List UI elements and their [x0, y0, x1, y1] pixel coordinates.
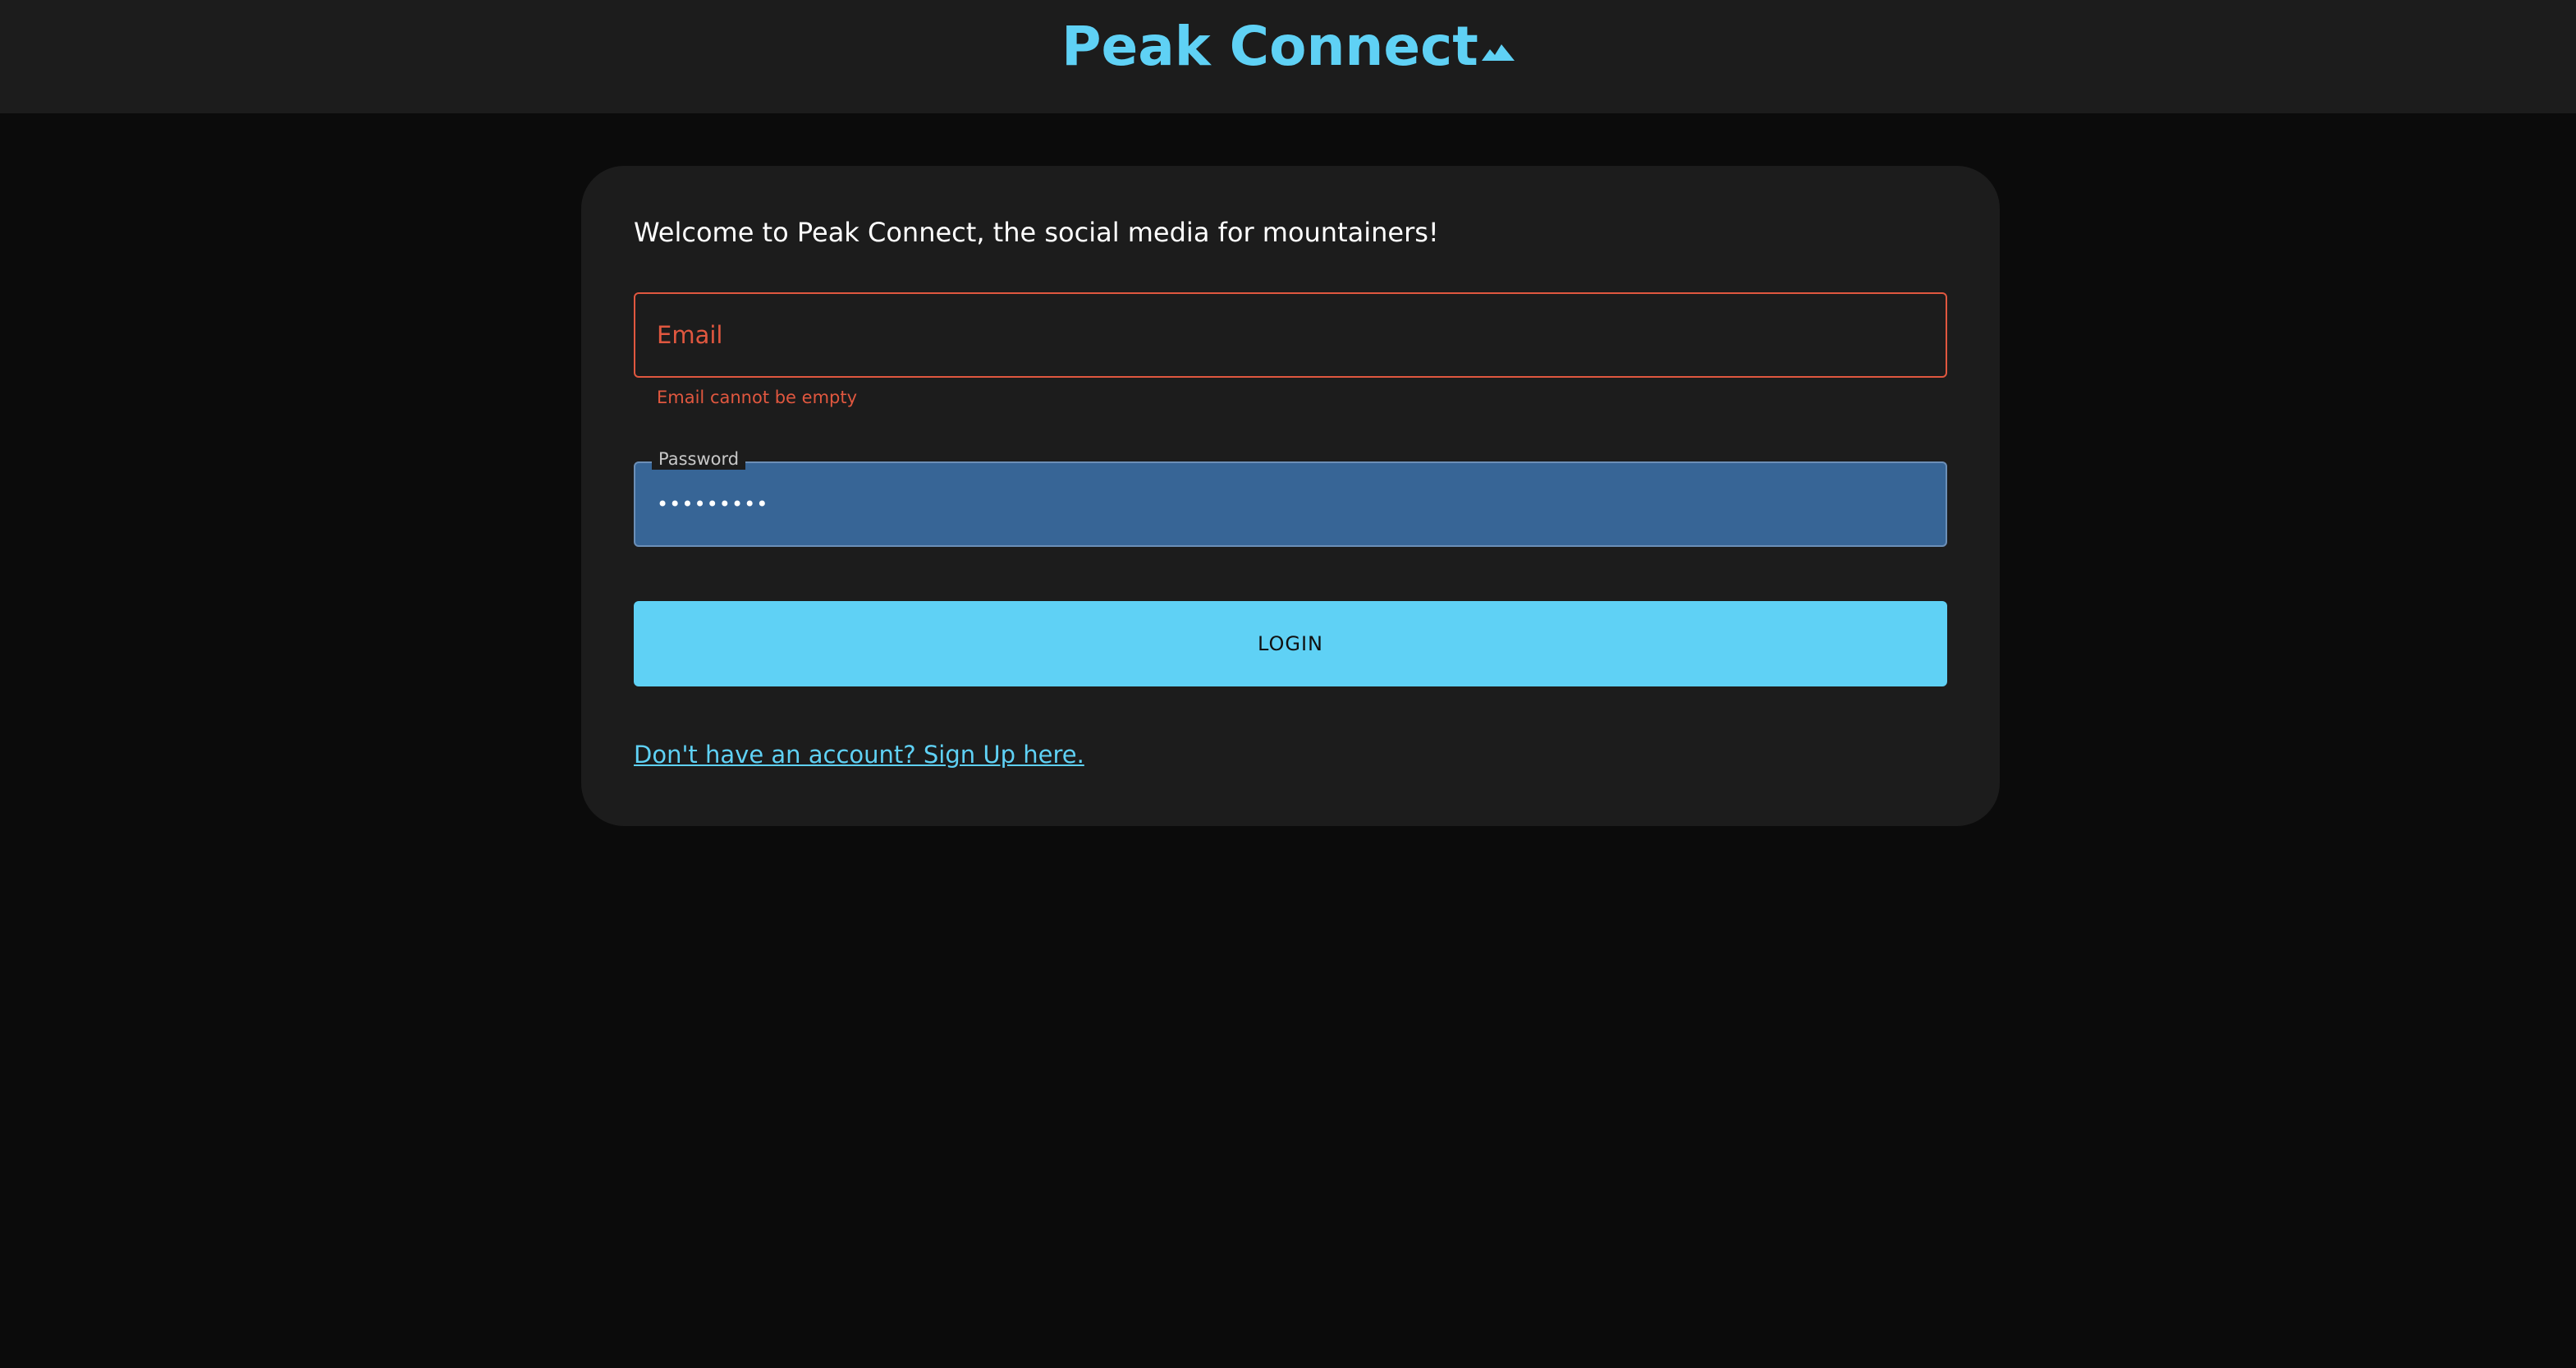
- app-title: Peak Connect: [1061, 14, 1478, 78]
- login-card: Welcome to Peak Connect, the social medi…: [581, 166, 2000, 826]
- brand: Peak Connect: [1061, 15, 1515, 78]
- mountain-icon: [1481, 44, 1515, 61]
- top-bar: Peak Connect: [0, 0, 2576, 113]
- password-field-container: Password: [634, 448, 1947, 547]
- email-field[interactable]: [635, 294, 1946, 376]
- password-field[interactable]: [635, 463, 1946, 545]
- email-error-message: Email cannot be empty: [657, 388, 858, 407]
- email-field-container: [634, 292, 1947, 378]
- login-button[interactable]: LOGIN: [634, 601, 1947, 686]
- welcome-message: Welcome to Peak Connect, the social medi…: [634, 217, 1439, 248]
- signup-link[interactable]: Don't have an account? Sign Up here.: [634, 741, 1084, 769]
